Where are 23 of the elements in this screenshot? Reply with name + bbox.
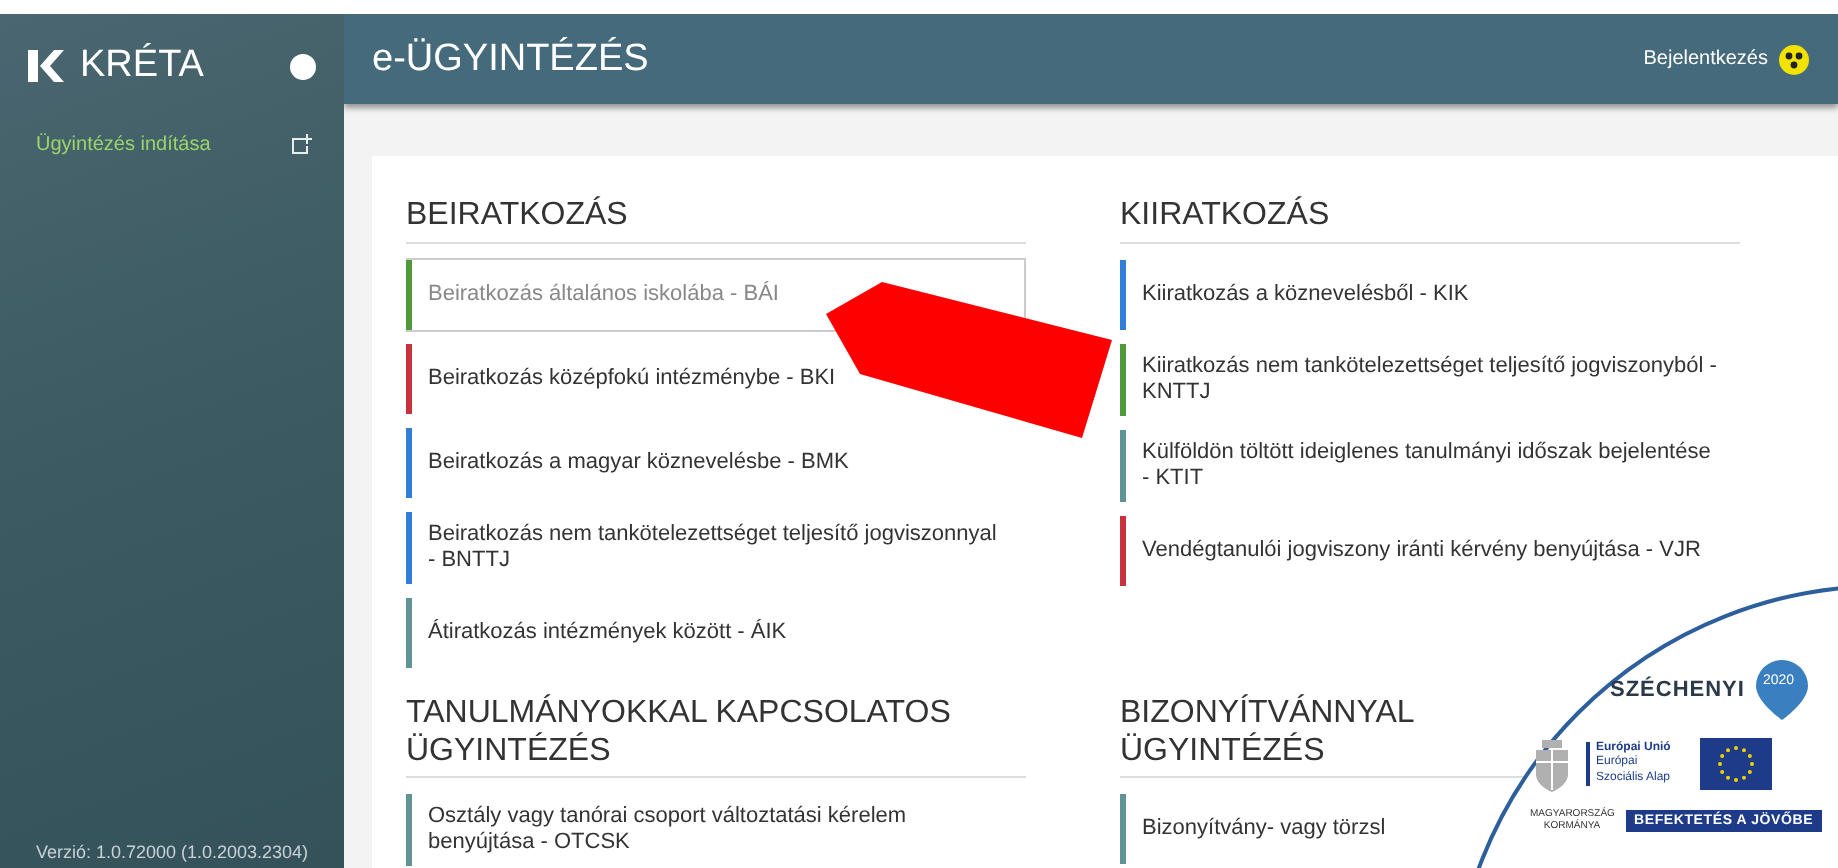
service-item[interactable]: Kiiratkozás nem tankötelezettséget teljesítő jogviszonyból - KNTTJ (1120, 341, 1740, 418)
service-item[interactable]: Beiratkozás a magyar köznevelésbe - BMK (406, 425, 867, 500)
logo-icon (28, 50, 64, 82)
page-title: e-ÜGYINTÉZÉS (372, 37, 651, 82)
accessibility-icon[interactable] (1778, 43, 1810, 76)
status-dot (290, 53, 316, 79)
service-item[interactable]: Osztály vagy tanórai csoport változtatási kérelem benyújtása - OTCSK (406, 792, 1026, 868)
service-item[interactable]: Beiratkozás középfokú intézménybe - BKI (406, 341, 854, 416)
service-item[interactable]: Külföldön töltött ideiglenes tanulmányi időszak bejelentése - KTIT (1120, 427, 1740, 504)
section-heading: KIIRATKOZÁS (1120, 196, 1740, 244)
service-item[interactable]: Vendégtanulói jogviszony iránti kérvény benyújtása - VJR (1120, 513, 1719, 588)
sidebar-item[interactable]: Ügyintézés indítása (0, 118, 344, 172)
service-item[interactable]: Beiratkozás nem tankötelezettséget teljesítő jogviszonnyal - BNTTJ (406, 509, 1026, 586)
service-item[interactable]: Kiiratkozás a köznevelésből - KIK (1120, 257, 1487, 332)
section-heading: BEIRATKOZÁS (406, 196, 1026, 244)
new-document-icon (290, 134, 312, 156)
login-link[interactable]: Bejelentkezés (1643, 48, 1768, 71)
section-heading: TANULMÁNYOKKAL KAPCSOLATOS ÜGYINTÉZÉS (406, 693, 1026, 778)
app-name: KRÉTA (80, 44, 206, 88)
service-item[interactable]: Átiratkozás intézmények között - ÁIK (406, 595, 805, 670)
eu-flag-icon (1700, 738, 1772, 790)
service-item[interactable]: Bizonyítvány- vagy törzsl (1120, 792, 1404, 866)
version-text: Verzió: 1.0.72000 (1.0.2003.2304) (33, 842, 311, 862)
